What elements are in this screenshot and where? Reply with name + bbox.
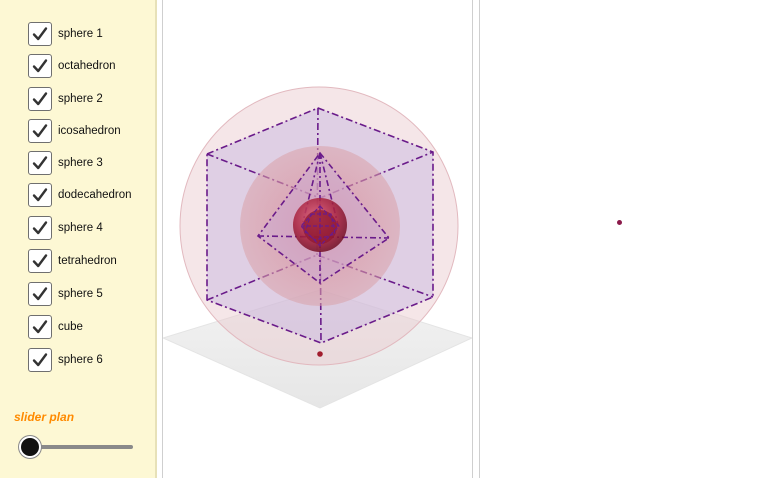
checkmark-icon[interactable] [28,282,52,306]
checkmark-icon[interactable] [28,54,52,78]
checkmark-icon[interactable] [28,87,52,111]
checkbox-sphere-2[interactable]: sphere 2 [28,86,103,112]
3d-scene [163,86,472,409]
point-2d[interactable] [617,220,622,225]
checkmark-icon[interactable] [28,348,52,372]
point-3d[interactable] [317,351,323,357]
slider-track[interactable] [30,445,133,449]
checkbox-label: sphere 2 [58,93,103,105]
checkbox-label: icosahedron [58,125,121,137]
checkmark-icon[interactable] [28,151,52,175]
checkmark-icon[interactable] [28,216,52,240]
checkbox-sphere-1[interactable]: sphere 1 [28,21,103,47]
checkbox-sphere-4[interactable]: sphere 4 [28,215,103,241]
checkmark-icon[interactable] [28,22,52,46]
checkbox-label: cube [58,321,83,333]
checkbox-dodecahedron[interactable]: dodecahedron [28,182,132,208]
checkbox-sphere-5[interactable]: sphere 5 [28,281,103,307]
checkmark-icon[interactable] [28,315,52,339]
checkbox-tetrahedron[interactable]: tetrahedron [28,248,117,274]
checkmark-icon[interactable] [28,119,52,143]
checkbox-label: sphere 1 [58,28,103,40]
sidebar-panel: sphere 1 octahedron sphere 2 icosahedron… [0,0,157,478]
checkbox-sphere-3[interactable]: sphere 3 [28,150,103,176]
checkbox-label: sphere 6 [58,354,103,366]
graphics-2d-view[interactable] [479,0,760,478]
checkmark-icon[interactable] [28,249,52,273]
checkbox-label: tetrahedron [58,255,117,267]
checkbox-label: sphere 5 [58,288,103,300]
checkbox-sphere-6[interactable]: sphere 6 [28,347,103,373]
checkbox-label: sphere 3 [58,157,103,169]
graphics-3d-view[interactable] [162,0,473,478]
checkbox-label: sphere 4 [58,222,103,234]
checkbox-cube[interactable]: cube [28,314,83,340]
checkbox-label: octahedron [58,60,116,72]
checkbox-icosahedron[interactable]: icosahedron [28,118,121,144]
slider-label: slider plan [14,410,75,424]
checkbox-label: dodecahedron [58,189,132,201]
slider-handle[interactable] [21,438,39,456]
checkmark-icon[interactable] [28,183,52,207]
checkbox-octahedron[interactable]: octahedron [28,53,116,79]
